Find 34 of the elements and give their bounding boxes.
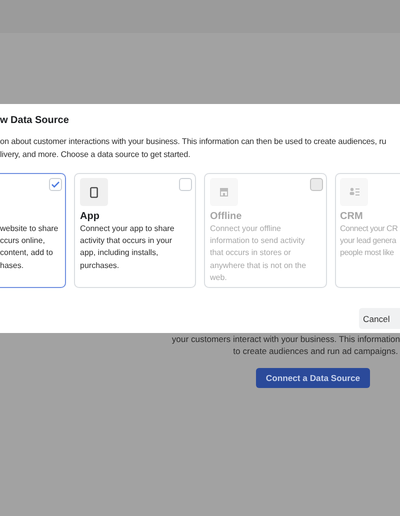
check-icon [51,181,60,188]
source-description: purchases. [80,260,120,272]
source-description: website to share [0,223,60,235]
source-description: anywhere that is not on the [210,260,308,272]
source-card[interactable]: website to share ccurs online, content, add to hases. [0,173,66,288]
source-title: App [80,210,100,223]
dialog-title: w Data Source [0,114,70,127]
store-icon [219,187,229,197]
source-description: web. [210,272,228,284]
people-icon [348,187,360,197]
dialog-description: on about customer interactions with your business. This information can then be used to create audiences, ru [0,136,388,148]
source-description: app, including installs, [80,247,160,260]
source-description: that occurs in stores or [210,247,292,260]
checkbox[interactable] [179,178,192,191]
cancel-button[interactable]: Cancel [359,308,400,329]
source-title: CRM [340,210,364,223]
source-description: information to send activity [210,235,306,248]
dialog-description: livery, and more. Choose a data source to get started. [0,148,192,161]
phone-icon [90,186,98,198]
source-description: content, add to [0,247,54,260]
connect-data-source-button[interactable]: Connect a Data Source [256,368,370,388]
source-description: Connect your offline [210,223,282,235]
source-description: your lead genera [340,235,398,248]
background-text: to create audiences and run ad campaigns. [233,345,398,357]
source-description: Connect your CR [340,223,399,235]
source-title: Offline [210,210,243,223]
source-description: Connect your app to share [80,223,176,235]
checkbox[interactable] [49,178,62,191]
source-description: people most like [340,247,395,260]
source-description: activity that occurs in your [80,235,174,248]
source-card[interactable]: App Connect your app to share activity that occurs in your app, including installs, purchases. [74,173,196,288]
source-description: hases. [0,260,25,272]
source-description: ccurs online, [0,235,46,248]
background-text: your customers interact with your business. This information [172,333,400,345]
